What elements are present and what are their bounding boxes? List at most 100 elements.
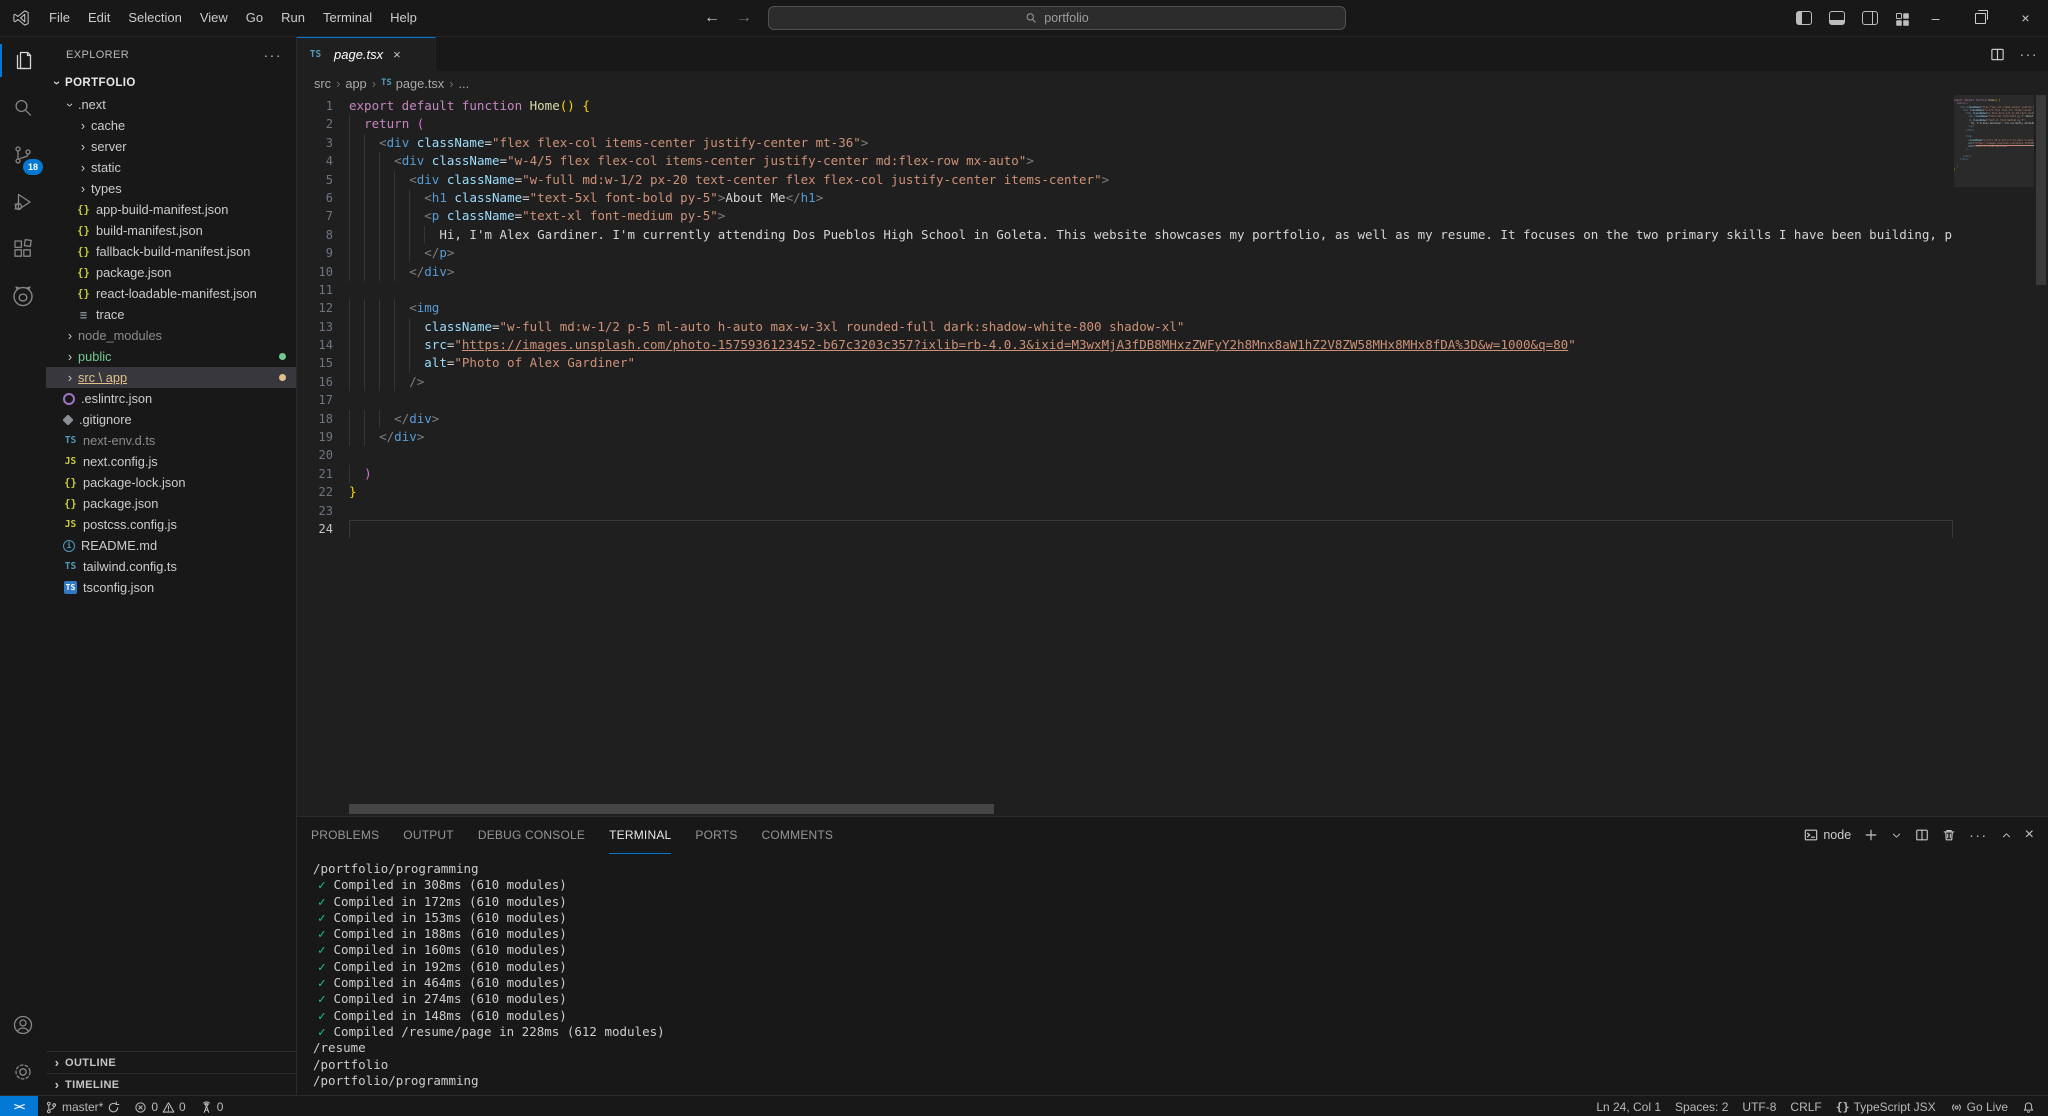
- line-number[interactable]: 10: [297, 263, 349, 281]
- tree-item-tsconfig-json[interactable]: TStsconfig.json: [46, 577, 296, 598]
- back-arrow-icon[interactable]: ←: [704, 9, 720, 27]
- language-mode[interactable]: {}TypeScript JSX: [1829, 1096, 1943, 1116]
- github-icon[interactable]: [0, 272, 46, 319]
- tree-item-readme-md[interactable]: iREADME.md: [46, 535, 296, 556]
- tree-item-gitignore[interactable]: .gitignore: [46, 409, 296, 430]
- line-number[interactable]: 15: [297, 354, 349, 372]
- code-line-6[interactable]: 6 <h1 className="text-5xl font-bold py-5…: [297, 189, 1953, 207]
- code-line-4[interactable]: 4 <div className="w-4/5 flex flex-col it…: [297, 152, 1953, 170]
- accounts-icon[interactable]: [0, 1001, 46, 1048]
- new-terminal-icon[interactable]: [1864, 828, 1878, 842]
- line-number[interactable]: 17: [297, 391, 349, 409]
- panel-tab-ports[interactable]: PORTS: [695, 817, 737, 854]
- project-section-header[interactable]: › PORTFOLIO: [46, 72, 296, 94]
- ports-forwarded[interactable]: 0: [193, 1096, 231, 1116]
- tree-item-app-build-manifest-json[interactable]: {}app-build-manifest.json: [46, 199, 296, 220]
- line-number[interactable]: 11: [297, 281, 349, 299]
- line-number[interactable]: 19: [297, 428, 349, 446]
- customize-layout-icon[interactable]: [1895, 12, 1910, 25]
- panel-tab-terminal[interactable]: TERMINAL: [609, 817, 671, 854]
- indentation[interactable]: Spaces: 2: [1668, 1096, 1735, 1116]
- source-control-icon[interactable]: 18: [0, 131, 46, 178]
- code-line-8[interactable]: 8 Hi, I'm Alex Gardiner. I'm currently a…: [297, 226, 1953, 244]
- breadcrumb-item-page-tsx[interactable]: TSpage.tsx: [381, 76, 444, 91]
- tree-item-next[interactable]: ›.next: [46, 94, 296, 115]
- code-line-22[interactable]: 22}: [297, 483, 1953, 501]
- line-number[interactable]: 6: [297, 189, 349, 207]
- menu-file[interactable]: File: [40, 5, 79, 31]
- editor-more-actions-icon[interactable]: ···: [2020, 46, 2039, 62]
- vertical-scrollbar[interactable]: [2034, 95, 2048, 816]
- tree-item-node-modules[interactable]: ›node_modules: [46, 325, 296, 346]
- tree-item-next-env-d-ts[interactable]: TSnext-env.d.ts: [46, 430, 296, 451]
- code-line-11[interactable]: 11: [297, 281, 1953, 299]
- menu-edit[interactable]: Edit: [79, 5, 119, 31]
- section-outline[interactable]: ›OUTLINE: [46, 1051, 296, 1073]
- code-line-17[interactable]: 17: [297, 391, 1953, 409]
- explorer-icon[interactable]: [0, 37, 46, 84]
- line-number[interactable]: 7: [297, 207, 349, 225]
- tree-item-postcss-config-js[interactable]: JSpostcss.config.js: [46, 514, 296, 535]
- section-timeline[interactable]: ›TIMELINE: [46, 1073, 296, 1095]
- line-number[interactable]: 9: [297, 244, 349, 262]
- tree-item-types[interactable]: ›types: [46, 178, 296, 199]
- go-live[interactable]: Go Live: [1943, 1096, 2015, 1116]
- breadcrumb-item-app[interactable]: app: [345, 76, 366, 91]
- tree-item-package-lock-json[interactable]: {}package-lock.json: [46, 472, 296, 493]
- tree-item-trace[interactable]: ≡trace: [46, 304, 296, 325]
- tree-item-static[interactable]: ›static: [46, 157, 296, 178]
- split-terminal-icon[interactable]: [1915, 828, 1929, 842]
- line-number[interactable]: 21: [297, 465, 349, 483]
- terminal-dropdown-icon[interactable]: [1891, 830, 1902, 841]
- forward-arrow-icon[interactable]: →: [736, 9, 752, 27]
- minimize-button[interactable]: –: [1913, 0, 1958, 36]
- line-number[interactable]: 3: [297, 134, 349, 152]
- panel-tab-output[interactable]: OUTPUT: [403, 817, 454, 854]
- toggle-sidebar-icon[interactable]: [1796, 11, 1812, 25]
- code-line-15[interactable]: 15 alt="Photo of Alex Gardiner": [297, 354, 1953, 372]
- code-line-5[interactable]: 5 <div className="w-full md:w-1/2 px-20 …: [297, 171, 1953, 189]
- breadcrumb-item-src[interactable]: src: [314, 76, 331, 91]
- tree-item-tailwind-config-ts[interactable]: TStailwind.config.ts: [46, 556, 296, 577]
- code-line-2[interactable]: 2 return (: [297, 115, 1953, 133]
- tree-item-next-config-js[interactable]: JSnext.config.js: [46, 451, 296, 472]
- kill-terminal-icon[interactable]: [1942, 828, 1956, 842]
- code-line-10[interactable]: 10 </div>: [297, 263, 1953, 281]
- tree-item-build-manifest-json[interactable]: {}build-manifest.json: [46, 220, 296, 241]
- menu-go[interactable]: Go: [237, 5, 272, 31]
- breadcrumb-item-[interactable]: ...: [458, 76, 469, 91]
- restore-button[interactable]: [1958, 0, 2003, 36]
- tree-item-eslintrc-json[interactable]: .eslintrc.json: [46, 388, 296, 409]
- line-number[interactable]: 5: [297, 171, 349, 189]
- code-line-19[interactable]: 19 </div>: [297, 428, 1953, 446]
- code-line-16[interactable]: 16 />: [297, 373, 1953, 391]
- code-line-1[interactable]: 1export default function Home() {: [297, 97, 1953, 115]
- tree-item-package-json[interactable]: {}package.json: [46, 493, 296, 514]
- cursor-position[interactable]: Ln 24, Col 1: [1589, 1096, 1668, 1116]
- code-line-23[interactable]: 23: [297, 502, 1953, 520]
- encoding[interactable]: UTF-8: [1735, 1096, 1783, 1116]
- menu-terminal[interactable]: Terminal: [314, 5, 381, 31]
- line-number[interactable]: 22: [297, 483, 349, 501]
- maximize-panel-icon[interactable]: [2001, 830, 2012, 841]
- tab-page-tsx[interactable]: TS page.tsx ×: [297, 37, 436, 71]
- terminal-output[interactable]: /portfolio/programming✓Compiled in 308ms…: [297, 853, 2048, 1095]
- tree-item-cache[interactable]: ›cache: [46, 115, 296, 136]
- command-center-search[interactable]: portfolio: [768, 6, 1346, 30]
- close-panel-icon[interactable]: ×: [2025, 826, 2034, 844]
- line-number[interactable]: 16: [297, 373, 349, 391]
- toggle-panel-icon[interactable]: [1829, 11, 1845, 25]
- search-sidebar-icon[interactable]: [0, 84, 46, 131]
- line-number[interactable]: 12: [297, 299, 349, 317]
- code-line-13[interactable]: 13 className="w-full md:w-1/2 p-5 ml-aut…: [297, 318, 1953, 336]
- code-line-20[interactable]: 20: [297, 446, 1953, 464]
- close-button[interactable]: ×: [2003, 0, 2048, 36]
- horizontal-scrollbar[interactable]: [349, 804, 994, 814]
- code-line-14[interactable]: 14 src="https://images.unsplash.com/phot…: [297, 336, 1953, 354]
- run-debug-icon[interactable]: [0, 178, 46, 225]
- code-editor[interactable]: 1export default function Home() {2 retur…: [297, 95, 2048, 816]
- terminal-instance[interactable]: node: [1804, 828, 1851, 842]
- tree-item-server[interactable]: ›server: [46, 136, 296, 157]
- line-number[interactable]: 4: [297, 152, 349, 170]
- explorer-more-actions-icon[interactable]: ···: [264, 47, 283, 63]
